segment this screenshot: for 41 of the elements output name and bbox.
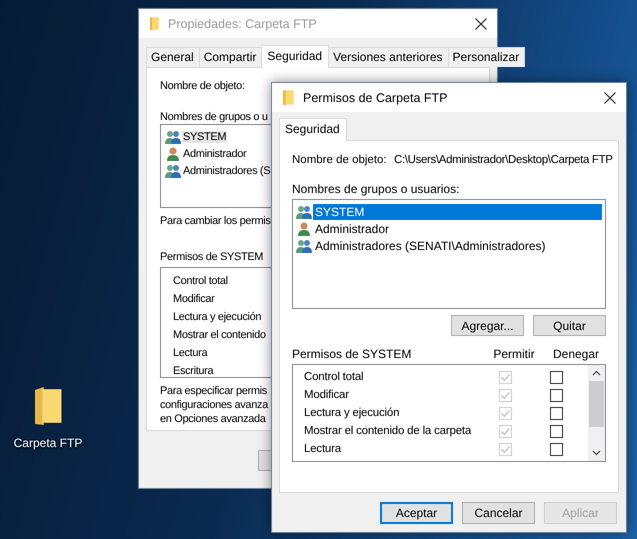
tab[interactable]: Seguridad bbox=[261, 45, 330, 68]
window-title: Propiedades: Carpeta FTP bbox=[168, 16, 318, 30]
field-label: Nombre de objeto: bbox=[292, 154, 388, 166]
permission-name: Lectura bbox=[304, 443, 342, 455]
hint-text: Para cambiar los permis bbox=[160, 214, 271, 228]
column-header: Permitir bbox=[492, 347, 536, 361]
column-header: Denegar bbox=[552, 347, 600, 361]
list-item[interactable]: Administradores (SENATI\Administradores) bbox=[313, 238, 548, 254]
dialog-button[interactable]: Agregar... bbox=[451, 315, 524, 336]
permission-name: Modificar bbox=[304, 389, 350, 401]
tab[interactable]: Personalizar bbox=[448, 47, 526, 67]
window-title: Permisos de Carpeta FTP bbox=[303, 90, 448, 104]
permission-name: Mostrar el contenido de la carpeta bbox=[304, 425, 472, 437]
permission-name: Mostrar el contenido bbox=[173, 328, 266, 343]
permission-name: Control total bbox=[304, 371, 364, 383]
field-label: Nombres de grupos o u bbox=[160, 110, 268, 124]
permission-name: Lectura bbox=[173, 346, 208, 361]
list-item[interactable]: SYSTEM bbox=[182, 130, 228, 142]
list-item[interactable]: Administrador bbox=[182, 148, 248, 160]
field-label: Permisos de SYSTEM bbox=[292, 347, 412, 361]
tab[interactable]: Seguridad bbox=[279, 118, 347, 141]
field-label: Nombres de grupos o usuarios: bbox=[292, 182, 460, 196]
dialog-button[interactable]: Cancelar bbox=[462, 502, 535, 524]
list-item[interactable]: SYSTEM bbox=[313, 204, 602, 220]
permission-name: Control total bbox=[173, 274, 228, 289]
permission-name: Modificar bbox=[173, 292, 214, 307]
object-path: C:\Users\Administrador\Desktop\Carpeta FTP bbox=[394, 154, 613, 166]
desktop-icon-label[interactable]: Carpeta FTP bbox=[14, 436, 82, 450]
permission-name: Lectura y ejecución bbox=[304, 407, 400, 419]
field-label: Permisos de SYSTEM bbox=[160, 250, 264, 264]
hint-text: Para especificar permis bbox=[160, 384, 267, 398]
list-item[interactable]: Administrador bbox=[313, 220, 392, 236]
field-label: Nombre de objeto: bbox=[160, 79, 245, 93]
dialog-button[interactable]: Quitar bbox=[533, 315, 606, 336]
tab[interactable]: General bbox=[146, 47, 200, 67]
permission-name: Escritura bbox=[173, 364, 214, 379]
dialog-button[interactable]: Aceptar bbox=[380, 502, 453, 524]
hint-text: en Opciones avanzada bbox=[160, 412, 266, 426]
permission-name: Lectura y ejecución bbox=[173, 310, 262, 325]
hint-text: configuraciones avanza bbox=[160, 398, 268, 412]
list-item[interactable]: Administradores (S bbox=[182, 164, 272, 176]
